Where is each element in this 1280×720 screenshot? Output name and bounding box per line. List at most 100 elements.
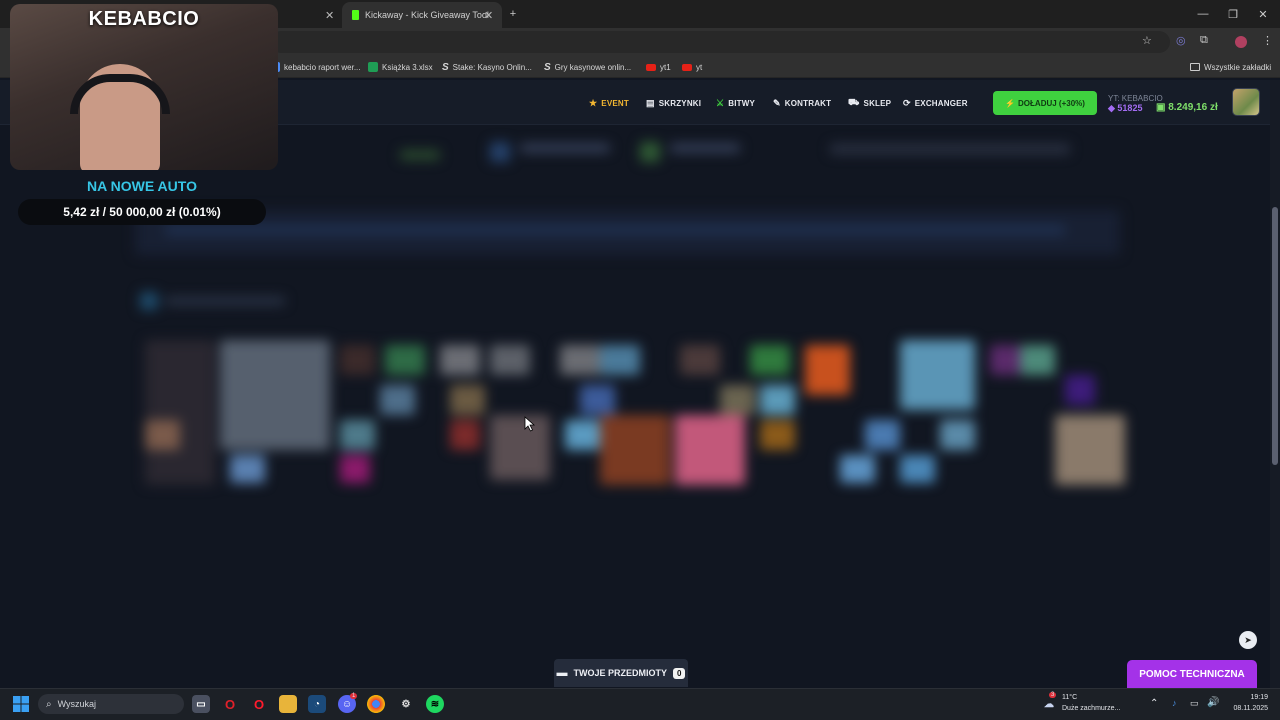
- your-items-button[interactable]: ▬ TWOJE PRZEDMIOTY 0: [554, 659, 688, 687]
- bookmark-item[interactable]: Książka 3.xlsx: [368, 59, 433, 75]
- clock-time[interactable]: 19:19: [1246, 694, 1268, 701]
- chrome-icon[interactable]: [367, 695, 385, 713]
- bookmark-label: yt: [696, 62, 703, 72]
- close-icon[interactable]: ✕: [484, 9, 493, 22]
- blurred-info-banner: [135, 210, 1120, 260]
- blurred-items-grid: [140, 335, 1130, 490]
- bookmark-label: Książka 3.xlsx: [382, 62, 433, 72]
- task-view-icon[interactable]: ▭: [192, 695, 210, 713]
- taskbar-search-input[interactable]: ⌕ Wyszukaj: [38, 694, 184, 714]
- mic-icon[interactable]: ♪: [1172, 698, 1177, 708]
- items-count-badge: 0: [673, 667, 686, 679]
- weather-desc: Duże zachmurze...: [1062, 705, 1121, 712]
- username: YT: KEBABCIO: [1108, 94, 1163, 103]
- coin-value: 51825: [1117, 103, 1143, 113]
- app-icon[interactable]: ⚙: [397, 695, 415, 713]
- bookmark-star-icon[interactable]: ☆: [1142, 34, 1152, 47]
- swords-icon: ⚔: [716, 97, 725, 108]
- steam-icon[interactable]: ◔: [308, 695, 326, 713]
- close-icon[interactable]: ✕: [325, 9, 334, 22]
- bookmark-item[interactable]: kebabcio raport wer...: [270, 59, 360, 75]
- new-tab-button[interactable]: +: [498, 0, 528, 28]
- weather-cloud-icon[interactable]: ☁: [1040, 695, 1058, 713]
- nav-label: SKLEP: [863, 98, 892, 108]
- restore-icon[interactable]: ❐: [1218, 0, 1248, 28]
- topup-button[interactable]: ⚡ DOŁADUJ (+30%): [993, 91, 1097, 115]
- money-value: 8.249,16 zł: [1168, 102, 1218, 113]
- stake-icon: S: [544, 61, 551, 73]
- gun-icon: ▬: [556, 667, 568, 679]
- nav-sklep[interactable]: ⛟ SKLEP: [848, 96, 891, 110]
- close-window-icon[interactable]: ✕: [1248, 0, 1278, 28]
- extension-icon[interactable]: ◎: [1176, 34, 1186, 47]
- puzzle-icon[interactable]: ⧉: [1200, 34, 1208, 47]
- bookmark-item[interactable]: yt1: [646, 59, 671, 75]
- search-icon: ⌕: [46, 698, 52, 710]
- blurred-stats-panel: [300, 130, 1100, 190]
- topup-label: DOŁADUJ (+30%): [1018, 98, 1085, 108]
- bookmark-item[interactable]: yt: [682, 59, 702, 75]
- streamer-name: KEBABCIO: [88, 8, 200, 30]
- minimize-icon[interactable]: —: [1188, 0, 1218, 28]
- coin-balance: ◆ 51825: [1108, 103, 1142, 114]
- nav-kontrakt[interactable]: ✎ KONTRAKT: [773, 96, 831, 110]
- file-explorer-icon[interactable]: [279, 695, 297, 713]
- cart-icon: ⛟: [848, 97, 860, 107]
- stake-icon: S: [442, 61, 449, 73]
- bookmark-label: Gry kasynowe onlin...: [554, 62, 632, 72]
- pen-icon: ✎: [773, 97, 781, 108]
- headset-icon: [70, 74, 170, 114]
- excel-icon: [368, 62, 378, 72]
- exchange-icon: ⟳: [903, 97, 911, 108]
- network-icon[interactable]: ▭: [1190, 698, 1199, 709]
- volume-icon[interactable]: 🔊: [1207, 697, 1219, 708]
- nav-event[interactable]: ★ EVENT: [589, 96, 629, 110]
- browser-tab-kickaway[interactable]: Kickaway - Kick Giveaway Tool ✕: [342, 2, 502, 28]
- bookmark-item[interactable]: S Stake: Kasyno Onlin...: [442, 59, 532, 75]
- nav-label: BITWY: [728, 98, 756, 108]
- send-icon[interactable]: ➤: [1239, 631, 1257, 649]
- browser-tab-1[interactable]: ✕: [280, 2, 340, 28]
- bookmark-label: yt1: [660, 62, 671, 72]
- support-button[interactable]: POMOC TECHNICZNA: [1127, 660, 1257, 688]
- nav-skrzynki[interactable]: ▤ SKRZYNKI: [646, 96, 701, 110]
- chevron-up-icon[interactable]: ⌃: [1150, 698, 1158, 709]
- your-items-label: TWOJE PRZEDMIOTY: [573, 668, 668, 678]
- tab-title: Kickaway - Kick Giveaway Tool: [365, 10, 489, 20]
- goal-title: NA NOWE AUTO: [87, 178, 197, 194]
- opera-gx-icon[interactable]: O: [221, 695, 239, 713]
- box-icon: ▤: [646, 97, 655, 108]
- nav-bitwy[interactable]: ⚔ BITWY: [716, 96, 755, 110]
- cash-icon: ▣: [1156, 102, 1169, 113]
- address-bar[interactable]: [270, 31, 1170, 53]
- profile-avatar-icon[interactable]: [1235, 36, 1247, 48]
- money-balance: ▣ 8.249,16 zł: [1156, 102, 1218, 113]
- windows-start-icon[interactable]: [13, 696, 29, 712]
- search-placeholder: Wyszukaj: [57, 699, 97, 709]
- bookmark-label: kebabcio raport wer...: [284, 62, 361, 72]
- menu-dots-icon[interactable]: ⋮: [1262, 34, 1273, 47]
- all-bookmarks-button[interactable]: Wszystkie zakładki: [1190, 59, 1271, 75]
- kick-logo-icon: [352, 10, 359, 20]
- scrollbar-thumb[interactable]: [1272, 207, 1278, 465]
- bookmark-label: Stake: Kasyno Onlin...: [452, 62, 532, 72]
- webcam-overlay: KEBABCIO: [10, 4, 278, 170]
- nav-label: EVENT: [601, 98, 629, 108]
- opera-icon[interactable]: O: [250, 695, 268, 713]
- all-bookmarks-label: Wszystkie zakładki: [1204, 62, 1272, 72]
- spotify-icon[interactable]: ≋: [426, 695, 444, 713]
- youtube-icon: [646, 63, 656, 71]
- mouse-cursor-icon: [524, 416, 536, 432]
- goal-progress-text: 5,42 zł / 50 000,00 zł (0.01%): [63, 205, 221, 219]
- nav-label: KONTRAKT: [784, 98, 832, 108]
- nav-exchanger[interactable]: ⟳ EXCHANGER: [903, 96, 968, 110]
- blurred-section-title: [135, 290, 335, 314]
- bookmark-item[interactable]: S Gry kasynowe onlin...: [544, 59, 631, 75]
- bolt-icon: ⚡: [1005, 98, 1016, 108]
- star-icon: ★: [589, 97, 598, 108]
- youtube-icon: [682, 63, 692, 71]
- weather-temp: 11°C: [1062, 694, 1078, 701]
- avatar[interactable]: [1232, 88, 1260, 116]
- clock-date[interactable]: 08.11.2025: [1228, 705, 1268, 712]
- new-tab-label: +: [509, 8, 517, 20]
